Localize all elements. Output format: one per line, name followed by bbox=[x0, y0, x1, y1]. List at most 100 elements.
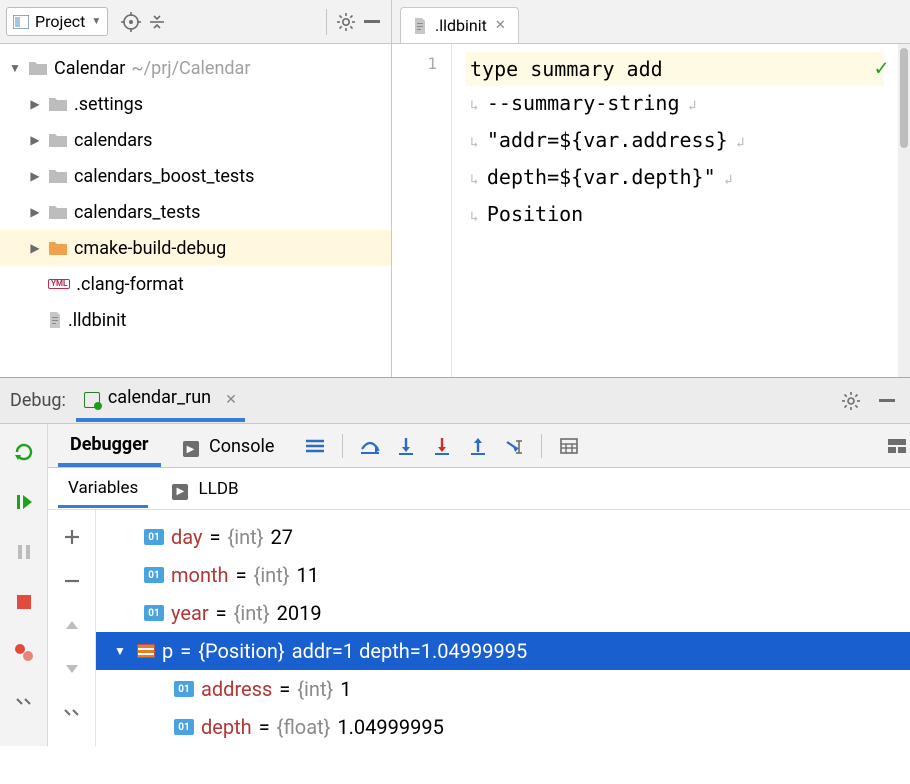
remove-watch-button[interactable] bbox=[59, 568, 85, 594]
code-line: "addr=${var.address} bbox=[487, 128, 728, 152]
close-icon[interactable]: ✕ bbox=[495, 18, 506, 33]
collapse-icon[interactable]: ▼ bbox=[114, 644, 128, 658]
struct-icon bbox=[137, 644, 155, 658]
run-config-tab[interactable]: calendar_run ✕ bbox=[76, 379, 245, 422]
tab-label: LLDB bbox=[199, 479, 239, 499]
collapse-icon[interactable]: ▼ bbox=[8, 61, 22, 75]
run-to-cursor-button[interactable] bbox=[501, 433, 527, 459]
hide-panel-button[interactable] bbox=[359, 9, 385, 35]
minimize-icon bbox=[363, 16, 381, 28]
expand-icon[interactable]: ▶ bbox=[28, 205, 42, 219]
line-number: 1 bbox=[392, 54, 437, 73]
tree-root-path: ~/prj/Calendar bbox=[131, 58, 250, 79]
collapse-all-button[interactable] bbox=[144, 9, 170, 35]
tree-node[interactable]: ▶.settings bbox=[0, 86, 391, 122]
locate-button[interactable] bbox=[118, 9, 144, 35]
expand-icon[interactable]: ▶ bbox=[28, 169, 42, 183]
pause-button[interactable] bbox=[10, 538, 38, 566]
variable-name: month bbox=[171, 563, 229, 587]
variable-row[interactable]: ▼p = {Position} addr=1 depth=1.04999995 bbox=[96, 632, 910, 670]
expand-icon[interactable]: ▶ bbox=[28, 97, 42, 111]
pause-icon bbox=[15, 543, 33, 561]
debug-secondary-tabs: Variables ▶ LLDB bbox=[48, 468, 910, 510]
editor-tab-name: .lldbinit bbox=[435, 16, 487, 35]
stop-button[interactable] bbox=[10, 588, 38, 616]
project-view-selector[interactable]: Project ▼ bbox=[6, 7, 108, 36]
console-icon: ▶ bbox=[172, 484, 188, 500]
folder-icon bbox=[28, 60, 48, 76]
settings-button[interactable] bbox=[333, 9, 359, 35]
editor-tab-lldbinit[interactable]: .lldbinit ✕ bbox=[400, 7, 519, 43]
tab-label: Variables bbox=[68, 478, 138, 498]
close-icon[interactable]: ✕ bbox=[225, 392, 237, 408]
tree-node[interactable]: ▶calendars_tests bbox=[0, 194, 391, 230]
threads-icon bbox=[304, 438, 326, 454]
add-watch-button[interactable] bbox=[59, 524, 85, 550]
tree-node[interactable]: ▶ calendars_boost_tests bbox=[0, 158, 391, 194]
tree-node-name: cmake-build-debug bbox=[74, 238, 226, 259]
more-icon bbox=[15, 697, 33, 707]
project-view-label: Project bbox=[35, 12, 85, 31]
wrap-indicator-icon: ↳ bbox=[470, 172, 487, 188]
project-toolbar: Project ▼ bbox=[0, 0, 391, 44]
expand-icon[interactable]: ▶ bbox=[28, 241, 42, 255]
hide-debug-button[interactable] bbox=[874, 388, 900, 414]
force-step-into-button[interactable] bbox=[429, 433, 455, 459]
step-out-button[interactable] bbox=[465, 433, 491, 459]
variables-toolbar bbox=[48, 510, 96, 746]
step-over-icon bbox=[359, 437, 381, 455]
variables-tree[interactable]: 01day = {int} 2701month = {int} 1101year… bbox=[96, 510, 910, 746]
expand-icon[interactable]: ▶ bbox=[28, 133, 42, 147]
variable-value: 11 bbox=[297, 563, 319, 587]
more-button[interactable] bbox=[59, 700, 85, 726]
project-tree[interactable]: ▼ Calendar ~/prj/Calendar ▶.settings▶cal… bbox=[0, 44, 391, 377]
code-line: --summary-string bbox=[487, 91, 680, 115]
tab-console[interactable]: ▶ Console bbox=[171, 426, 287, 466]
debug-run-toolbar bbox=[0, 424, 48, 746]
primitive-icon: 01 bbox=[174, 681, 194, 697]
tree-node[interactable]: ▶calendars bbox=[0, 122, 391, 158]
move-up-button[interactable] bbox=[59, 612, 85, 638]
step-over-button[interactable] bbox=[357, 433, 383, 459]
more-button[interactable] bbox=[10, 688, 38, 716]
frames-threads-button[interactable] bbox=[302, 433, 328, 459]
variable-row[interactable]: 01depth = {float} 1.04999995 bbox=[96, 708, 910, 746]
variable-type: {int} bbox=[227, 525, 263, 549]
folder-icon bbox=[48, 240, 68, 256]
step-into-button[interactable] bbox=[393, 433, 419, 459]
variable-row[interactable]: 01address = {int} 1 bbox=[96, 670, 910, 708]
tree-node[interactable]: .lldbinit bbox=[0, 302, 391, 338]
tree-root[interactable]: ▼ Calendar ~/prj/Calendar bbox=[0, 50, 391, 86]
code-line: Position bbox=[487, 202, 583, 226]
tab-lldb[interactable]: ▶ LLDB bbox=[162, 470, 248, 507]
variable-type: {float} bbox=[277, 715, 331, 739]
resume-button[interactable] bbox=[10, 488, 38, 516]
evaluate-button[interactable] bbox=[556, 433, 582, 459]
rerun-button[interactable] bbox=[10, 438, 38, 466]
tree-node-name: calendars_boost_tests bbox=[74, 166, 254, 187]
code-area[interactable]: ✓ type summary add ↳ --summary-string ↲ … bbox=[452, 44, 898, 377]
debug-settings-button[interactable] bbox=[838, 388, 864, 414]
variable-row[interactable]: 01day = {int} 27 bbox=[96, 518, 910, 556]
wrap-indicator-icon: ↳ bbox=[470, 135, 487, 151]
editor-body[interactable]: 1 ✓ type summary add ↳ --summary-string … bbox=[392, 44, 910, 377]
tab-variables[interactable]: Variables bbox=[58, 469, 148, 508]
tree-node[interactable]: YML.clang-format bbox=[0, 266, 391, 302]
layout-settings-button[interactable] bbox=[884, 433, 910, 459]
scroll-thumb[interactable] bbox=[900, 48, 908, 148]
tab-debugger[interactable]: Debugger bbox=[58, 424, 161, 467]
breakpoints-icon bbox=[14, 643, 34, 661]
file-icon bbox=[413, 18, 427, 34]
variable-value: 1.04999995 bbox=[337, 715, 443, 739]
tab-label: Debugger bbox=[70, 434, 149, 455]
layout-icon bbox=[887, 438, 907, 454]
variable-row[interactable]: 01year = {int} 2019 bbox=[96, 594, 910, 632]
editor-scrollbar[interactable] bbox=[898, 44, 910, 377]
primitive-icon: 01 bbox=[144, 605, 164, 621]
folder-icon bbox=[48, 96, 68, 112]
move-down-button[interactable] bbox=[59, 656, 85, 682]
breakpoints-button[interactable] bbox=[10, 638, 38, 666]
folder-icon bbox=[48, 204, 68, 220]
tree-node[interactable]: ▶ cmake-build-debug bbox=[0, 230, 391, 266]
variable-row[interactable]: 01month = {int} 11 bbox=[96, 556, 910, 594]
